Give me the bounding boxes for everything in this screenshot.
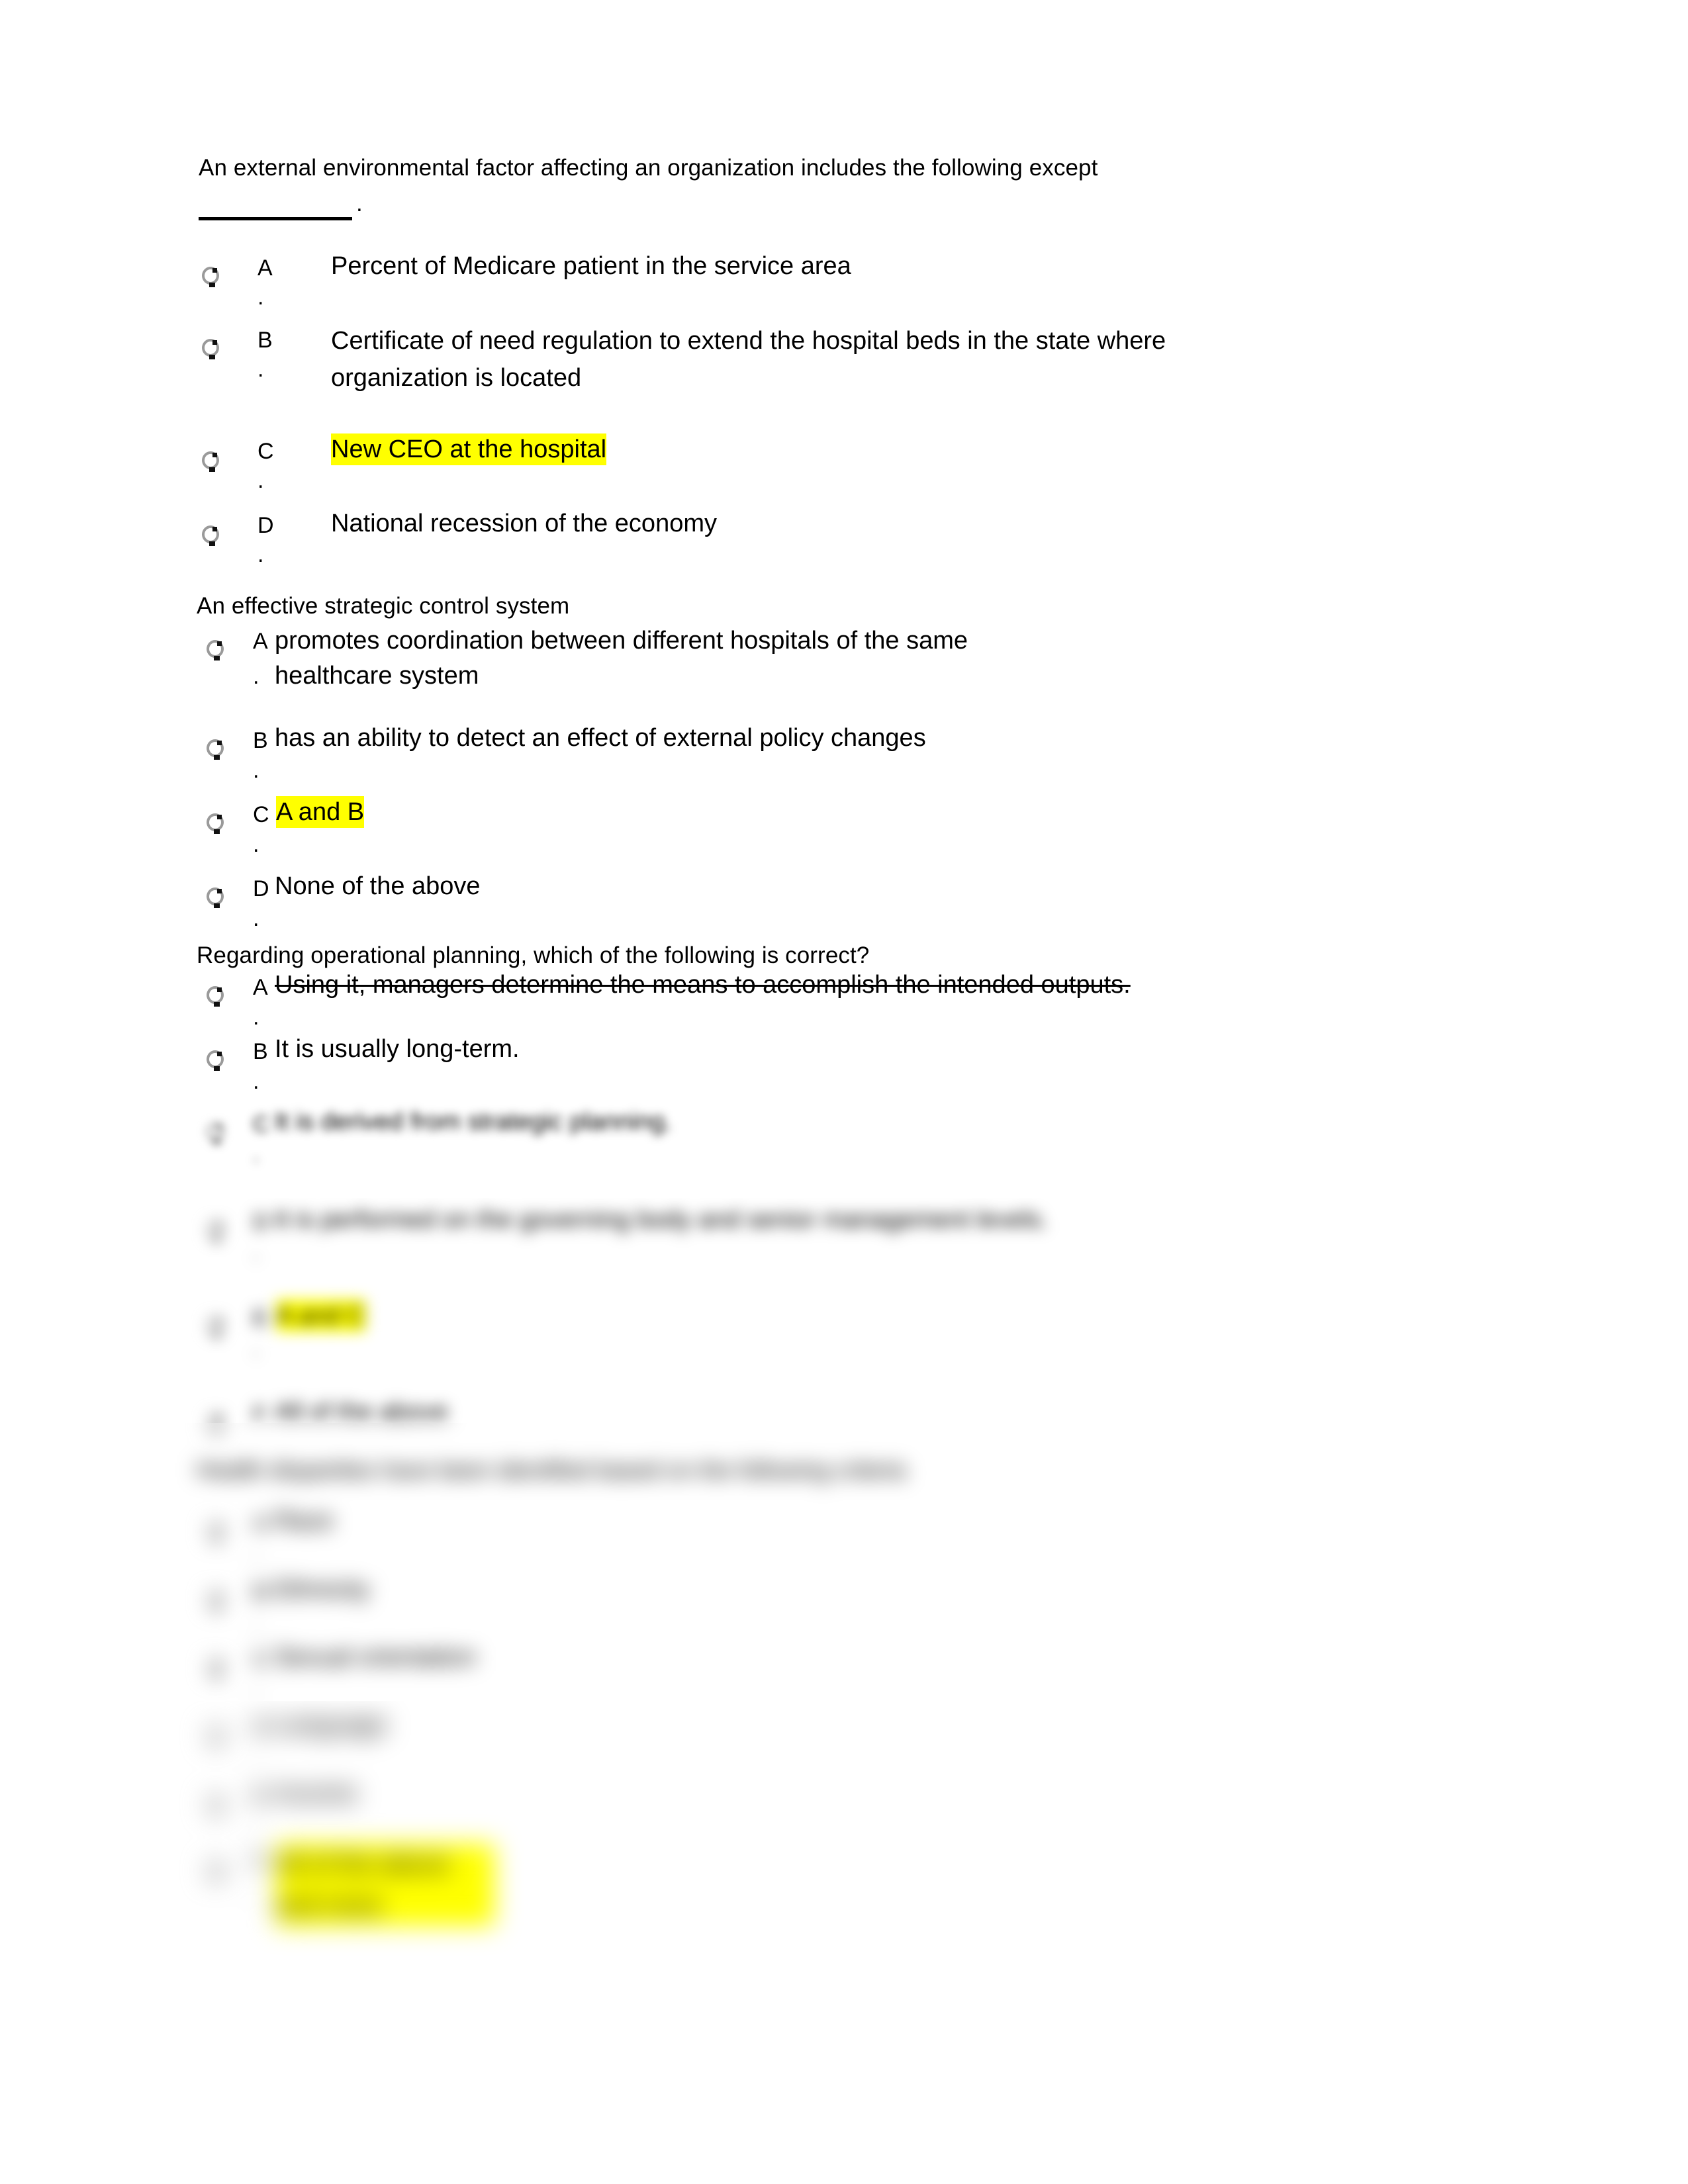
- option-text-q4-f[interactable]: All of the above and more: [276, 1844, 494, 1926]
- option-text-q3-a[interactable]: Using it, managers determine the means t…: [275, 969, 1131, 1001]
- option-period-q3-e: .: [253, 1336, 259, 1361]
- radio-q4-d[interactable]: [207, 1726, 224, 1747]
- option-period-q4-e: .: [253, 1813, 259, 1839]
- option-text-q3-c[interactable]: It is derived from strategic planning.: [275, 1106, 672, 1138]
- option-letter-q1-d: D: [258, 513, 274, 538]
- radio-q2-d[interactable]: [207, 887, 224, 908]
- option-letter-q2-a: A: [253, 629, 268, 654]
- radio-q3-a[interactable]: [207, 986, 224, 1007]
- radio-q1-b[interactable]: [202, 339, 219, 359]
- question-1-blank-period: .: [356, 191, 363, 216]
- option-text-q3-e[interactable]: A and C: [276, 1300, 366, 1332]
- option-text-q4-a[interactable]: Race: [275, 1505, 334, 1537]
- option-period-q3-d-band: .: [253, 1240, 259, 1265]
- option-text-q4-c[interactable]: Sexual orientation: [275, 1641, 476, 1673]
- option-text-q4-b[interactable]: Ethnicity: [275, 1574, 370, 1606]
- question-4-prompt: Health disparities have been identified …: [197, 1457, 906, 1483]
- option-letter-q2-c: C: [253, 802, 269, 827]
- option-letter-q4-a: A: [253, 1511, 268, 1536]
- radio-q2-c[interactable]: [207, 813, 224, 834]
- option-period-q3-a: .: [253, 1005, 259, 1030]
- option-period-q2-b: .: [253, 758, 259, 783]
- question-1-blank-line: [199, 217, 352, 220]
- option-period-q3-c: .: [253, 1142, 259, 1167]
- option-period-q1-b: .: [258, 357, 264, 382]
- option-text-q1-b[interactable]: Certificate of need regulation to extend…: [331, 322, 1271, 396]
- radio-q1-c[interactable]: [202, 451, 219, 472]
- option-period-q4-a: .: [253, 1541, 259, 1566]
- option-text-q3-f[interactable]: All of the above: [275, 1396, 448, 1423]
- option-letter-q2-d: D: [253, 876, 269, 901]
- option-period-q2-d: .: [253, 906, 259, 931]
- option-letter-q4-f: F: [253, 1850, 267, 1875]
- option-letter-q1-c: C: [258, 439, 274, 464]
- option-text-q3-d-band[interactable]: It is performed on the governing body an…: [275, 1204, 1048, 1236]
- option-period-q4-d: .: [253, 1745, 259, 1770]
- radio-q4-f[interactable]: [207, 1861, 224, 1882]
- radio-q3-c[interactable]: [207, 1123, 224, 1144]
- document-page: An external environmental factor affecti…: [0, 0, 1688, 2184]
- option-text-q1-d[interactable]: National recession of the economy: [331, 508, 717, 539]
- option-text-q1-a[interactable]: Percent of Medicare patient in the servi…: [331, 250, 851, 282]
- radio-q4-c[interactable]: [207, 1659, 224, 1679]
- question-1-prompt: An external environmental factor affecti…: [199, 155, 1098, 181]
- radio-q1-d[interactable]: [202, 525, 219, 546]
- radio-q4-a[interactable]: [207, 1522, 224, 1543]
- radio-q3-e[interactable]: [207, 1317, 224, 1338]
- option-letter-q3-d-band: D: [253, 1210, 269, 1235]
- radio-q1-a[interactable]: [202, 267, 219, 287]
- option-letter-q3-b: B: [253, 1039, 268, 1064]
- option-period-q2-c: .: [253, 832, 259, 857]
- option-text-q2-d[interactable]: None of the above: [275, 870, 481, 902]
- option-letter-q3-c: C: [253, 1112, 269, 1137]
- option-letter-q1-b: B: [258, 328, 273, 353]
- radio-q3-d-band[interactable]: [207, 1221, 224, 1242]
- option-text-q1-c[interactable]: New CEO at the hospital: [331, 433, 607, 465]
- option-period-q4-b: .: [253, 1610, 259, 1635]
- option-text-q2-c[interactable]: A and B: [276, 796, 365, 828]
- option-text-q4-d[interactable]: Language: [275, 1709, 387, 1741]
- option-letter-q1-a: A: [258, 255, 273, 281]
- option-text-q2-a[interactable]: promotes coordination between different …: [275, 623, 1019, 694]
- option-letter-q4-b: B: [253, 1580, 268, 1605]
- option-text-q2-b[interactable]: has an ability to detect an effect of ex…: [275, 722, 926, 754]
- option-period-q2-a: .: [253, 664, 259, 689]
- question-2-prompt: An effective strategic control system: [197, 593, 570, 619]
- option-period-q1-d: .: [258, 542, 264, 567]
- option-letter-q3-e: E: [253, 1306, 268, 1331]
- radio-q4-e[interactable]: [207, 1795, 224, 1815]
- question-3-prompt: Regarding operational planning, which of…: [197, 942, 870, 968]
- option-letter-q4-e: E: [253, 1784, 268, 1809]
- radio-q2-b[interactable]: [207, 739, 224, 760]
- option-letter-q2-b: B: [253, 728, 268, 753]
- option-letter-q3-a: A: [253, 975, 268, 1000]
- radio-q4-b[interactable]: [207, 1591, 224, 1612]
- option-text-q4-e[interactable]: Income: [275, 1778, 357, 1809]
- radio-q3-b[interactable]: [207, 1050, 224, 1071]
- option-text-q3-b[interactable]: It is usually long-term.: [275, 1033, 520, 1065]
- option-period-q4-c: .: [253, 1677, 259, 1702]
- option-letter-q4-c: C: [253, 1647, 269, 1672]
- option-period-q1-c: .: [258, 468, 264, 493]
- option-period-q4-f: .: [253, 1880, 259, 1905]
- radio-q2-a[interactable]: [207, 640, 224, 660]
- option-period-q1-a: .: [258, 285, 264, 310]
- option-letter-q4-d: D: [253, 1715, 269, 1740]
